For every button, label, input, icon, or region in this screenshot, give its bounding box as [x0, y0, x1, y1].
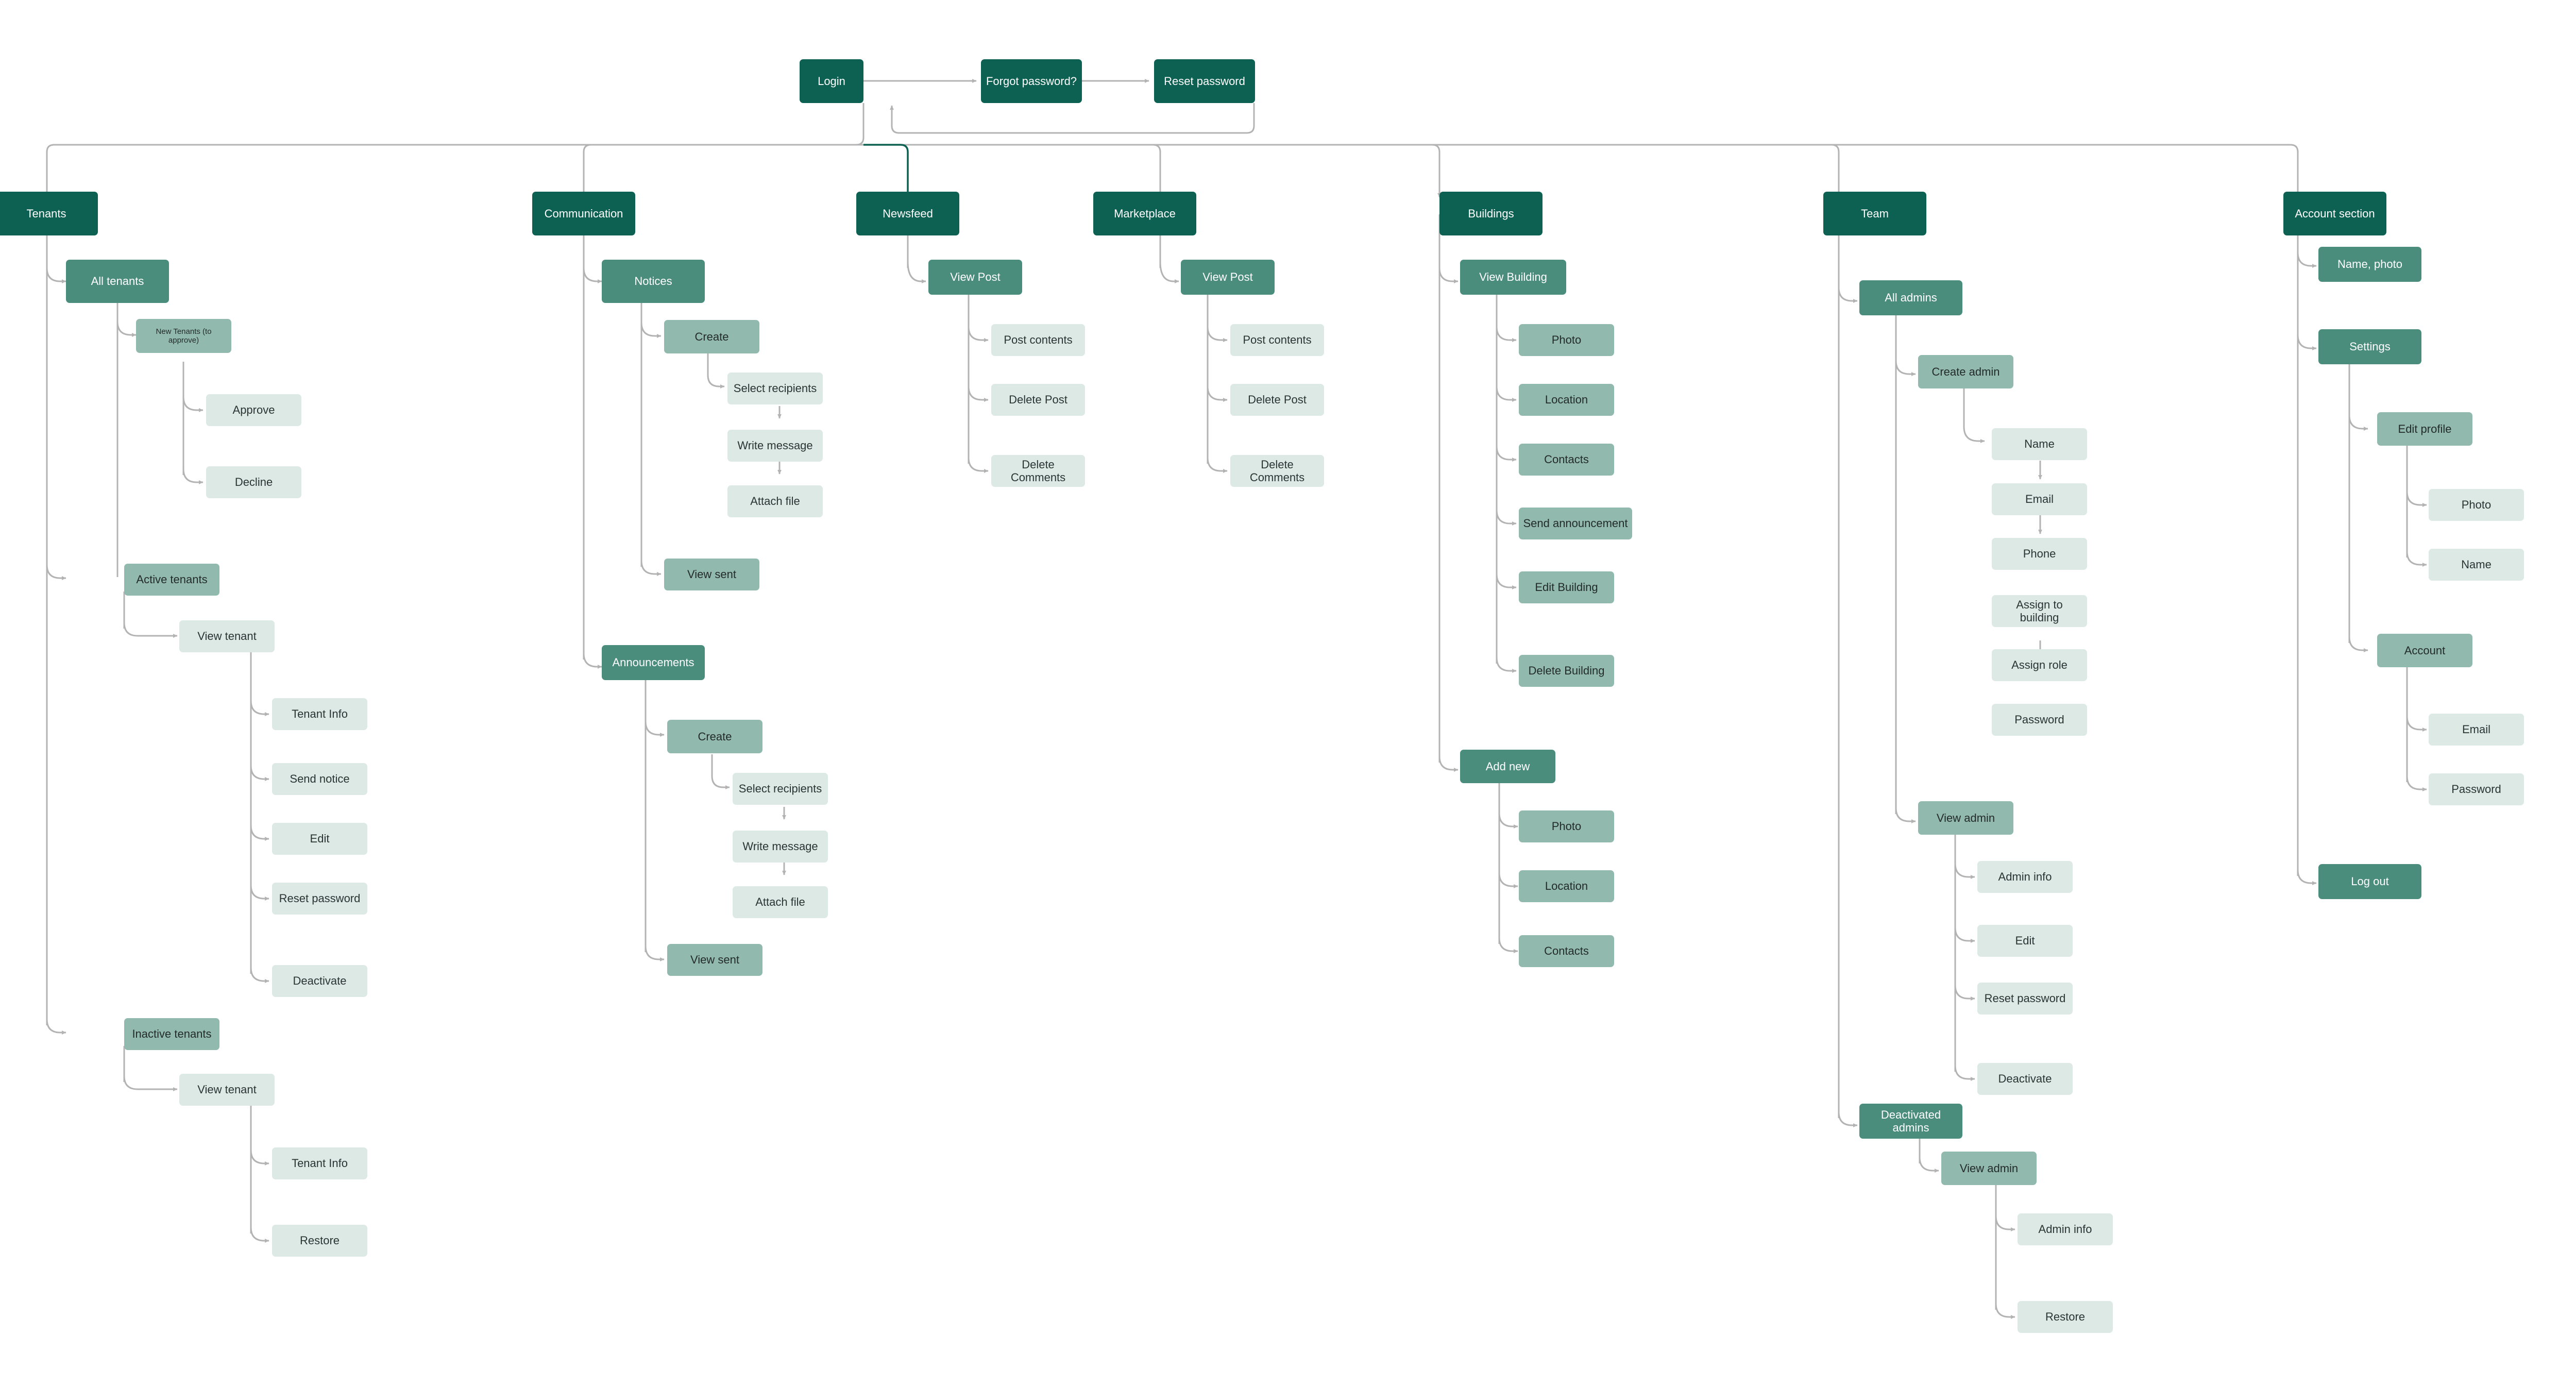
node-create-admin-phone[interactable]: Phone — [1992, 538, 2087, 570]
node-view-admin-deactivated[interactable]: View admin — [1941, 1152, 2037, 1185]
node-approve[interactable]: Approve — [206, 394, 301, 426]
node-deactivated-admin-restore[interactable]: Restore — [2018, 1301, 2113, 1333]
node-marketplace-delete-comments[interactable]: Delete Comments — [1230, 455, 1324, 487]
node-inactive-tenants[interactable]: Inactive tenants — [124, 1018, 219, 1050]
node-building-contacts[interactable]: Contacts — [1519, 444, 1614, 476]
node-announcements-write-message[interactable]: Write message — [733, 831, 828, 863]
node-tenant-info-inactive[interactable]: Tenant Info — [272, 1147, 367, 1179]
node-notices-view-sent[interactable]: View sent — [664, 559, 759, 590]
node-edit-profile-photo[interactable]: Photo — [2429, 489, 2524, 521]
node-create-admin-name[interactable]: Name — [1992, 428, 2087, 460]
node-name-photo[interactable]: Name, photo — [2318, 247, 2421, 282]
node-building-new-location[interactable]: Location — [1519, 870, 1614, 902]
node-tenants[interactable]: Tenants — [0, 192, 98, 235]
node-reset-password[interactable]: Reset password — [1154, 59, 1255, 103]
node-create-admin-email[interactable]: Email — [1992, 483, 2087, 515]
node-tenant-info-active[interactable]: Tenant Info — [272, 698, 367, 730]
node-all-tenants[interactable]: All tenants — [66, 260, 169, 303]
node-edit-tenant[interactable]: Edit — [272, 823, 367, 855]
node-newsfeed[interactable]: Newsfeed — [856, 192, 959, 235]
node-building-add-new[interactable]: Add new — [1460, 750, 1555, 783]
node-view-admin-deactivate[interactable]: Deactivate — [1977, 1063, 2073, 1095]
node-buildings[interactable]: Buildings — [1439, 192, 1543, 235]
node-account-email[interactable]: Email — [2429, 714, 2524, 746]
node-building-send-announcement[interactable]: Send announcement — [1519, 508, 1632, 539]
node-building-location[interactable]: Location — [1519, 384, 1614, 416]
node-notices-select-recipients[interactable]: Select recipients — [727, 373, 823, 404]
node-view-admin-edit[interactable]: Edit — [1977, 925, 2073, 957]
node-announcements[interactable]: Announcements — [602, 645, 705, 680]
node-marketplace-post-contents[interactable]: Post contents — [1230, 324, 1324, 356]
node-announcements-create[interactable]: Create — [667, 720, 762, 753]
node-building-new-contacts[interactable]: Contacts — [1519, 935, 1614, 967]
node-view-admin-active[interactable]: View admin — [1918, 801, 2013, 835]
node-send-notice[interactable]: Send notice — [272, 763, 367, 795]
node-newsfeed-delete-post[interactable]: Delete Post — [991, 384, 1085, 416]
node-view-building[interactable]: View Building — [1460, 260, 1566, 295]
node-create-admin-assign-role[interactable]: Assign role — [1992, 649, 2087, 681]
node-create-admin[interactable]: Create admin — [1918, 355, 2013, 388]
node-announcements-attach-file[interactable]: Attach file — [733, 886, 828, 918]
node-view-admin-reset-password[interactable]: Reset password — [1977, 983, 2073, 1015]
node-restore-tenant[interactable]: Restore — [272, 1225, 367, 1257]
node-account-password[interactable]: Password — [2429, 773, 2524, 805]
node-view-tenant-inactive[interactable]: View tenant — [179, 1074, 275, 1106]
node-edit-profile-name[interactable]: Name — [2429, 549, 2524, 581]
node-all-admins[interactable]: All admins — [1859, 280, 1962, 315]
node-new-tenants-to-approve[interactable]: New Tenants (to approve) — [136, 319, 231, 353]
node-account[interactable]: Account — [2377, 634, 2472, 667]
node-building-new-photo[interactable]: Photo — [1519, 810, 1614, 842]
node-newsfeed-delete-comments[interactable]: Delete Comments — [991, 455, 1085, 487]
node-notices[interactable]: Notices — [602, 260, 705, 303]
node-marketplace[interactable]: Marketplace — [1093, 192, 1196, 235]
node-marketplace-view-post[interactable]: View Post — [1181, 260, 1275, 295]
node-view-tenant-active[interactable]: View tenant — [179, 620, 275, 652]
node-settings[interactable]: Settings — [2318, 329, 2421, 364]
node-login[interactable]: Login — [800, 59, 863, 103]
node-announcements-view-sent[interactable]: View sent — [667, 944, 762, 976]
node-communication[interactable]: Communication — [532, 192, 635, 235]
node-newsfeed-view-post[interactable]: View Post — [928, 260, 1022, 295]
node-notices-attach-file[interactable]: Attach file — [727, 485, 823, 517]
node-reset-password-tenant[interactable]: Reset password — [272, 883, 367, 915]
node-deactivated-admins[interactable]: Deactivated admins — [1859, 1104, 1962, 1139]
node-active-tenants[interactable]: Active tenants — [124, 564, 219, 596]
node-building-delete[interactable]: Delete Building — [1519, 655, 1614, 687]
node-log-out[interactable]: Log out — [2318, 864, 2421, 899]
node-announcements-select-recipients[interactable]: Select recipients — [733, 773, 828, 805]
connector-layer — [45, 79, 2427, 1319]
node-create-admin-assign-building[interactable]: Assign to building — [1992, 595, 2087, 627]
node-deactivated-admin-info[interactable]: Admin info — [2018, 1213, 2113, 1245]
node-decline[interactable]: Decline — [206, 466, 301, 498]
node-forgot-password[interactable]: Forgot password? — [981, 59, 1082, 103]
node-edit-profile[interactable]: Edit profile — [2377, 412, 2472, 446]
node-newsfeed-post-contents[interactable]: Post contents — [991, 324, 1085, 356]
node-building-edit[interactable]: Edit Building — [1519, 571, 1614, 603]
node-create-admin-password[interactable]: Password — [1992, 704, 2087, 736]
node-view-admin-info[interactable]: Admin info — [1977, 861, 2073, 893]
node-team[interactable]: Team — [1823, 192, 1926, 235]
node-marketplace-delete-post[interactable]: Delete Post — [1230, 384, 1324, 416]
node-notices-create[interactable]: Create — [664, 320, 759, 353]
sitemap-diagram-canvas: Login Forgot password? Reset password Te… — [0, 0, 2576, 1386]
node-notices-write-message[interactable]: Write message — [727, 430, 823, 462]
node-account-section[interactable]: Account section — [2283, 192, 2386, 235]
node-building-photo[interactable]: Photo — [1519, 324, 1614, 356]
node-deactivate-tenant[interactable]: Deactivate — [272, 965, 367, 997]
